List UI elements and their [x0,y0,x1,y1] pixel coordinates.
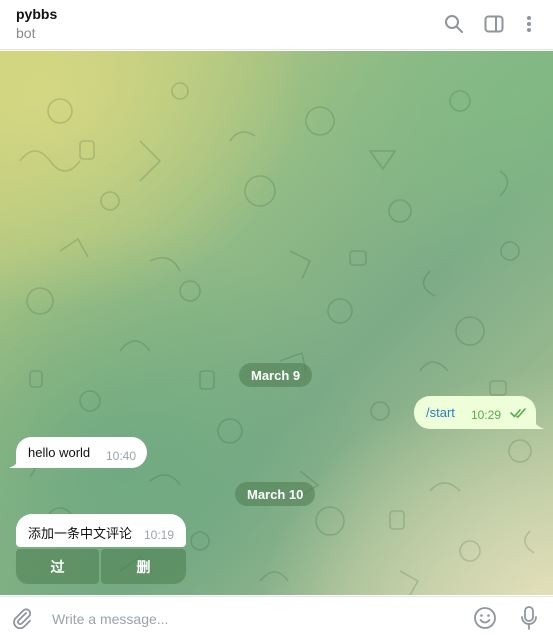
search-icon[interactable] [443,13,465,35]
message-time: 10:29 [471,408,502,422]
side-panel-icon[interactable] [483,13,505,35]
incoming-message[interactable]: hello world 10:40 [16,437,147,468]
chat-subtitle: bot [16,25,36,41]
message-text[interactable]: /start [426,405,455,420]
message-time: 10:40 [106,449,137,463]
date-separator: March 10 [235,482,316,506]
chat-header: pybbs bot [0,0,553,50]
message-time: 10:19 [144,528,175,542]
bubble-tail [532,419,544,429]
chat-messages-area[interactable]: March 9 /start 10:29 hello world 10:40 M… [0,51,553,595]
inline-keyboard-button-delete[interactable]: 删 [101,549,186,584]
outgoing-message[interactable]: /start 10:29 [414,396,536,429]
emoji-icon[interactable] [473,606,497,635]
incoming-message[interactable]: 添加一条中文评论 10:19 [16,514,186,547]
double-check-icon [510,406,528,424]
bubble-tail [9,458,21,468]
attach-icon[interactable] [11,607,33,634]
message-text: 添加一条中文评论 [28,526,133,541]
more-vertical-icon[interactable] [518,13,540,35]
message-input[interactable] [52,609,452,629]
microphone-icon[interactable] [519,605,539,636]
date-separator: March 9 [239,363,313,387]
message-composer [0,596,553,638]
message-text: hello world [28,445,91,460]
inline-keyboard-button-approve[interactable]: 过 [16,549,99,584]
chat-title[interactable]: pybbs [16,6,57,22]
